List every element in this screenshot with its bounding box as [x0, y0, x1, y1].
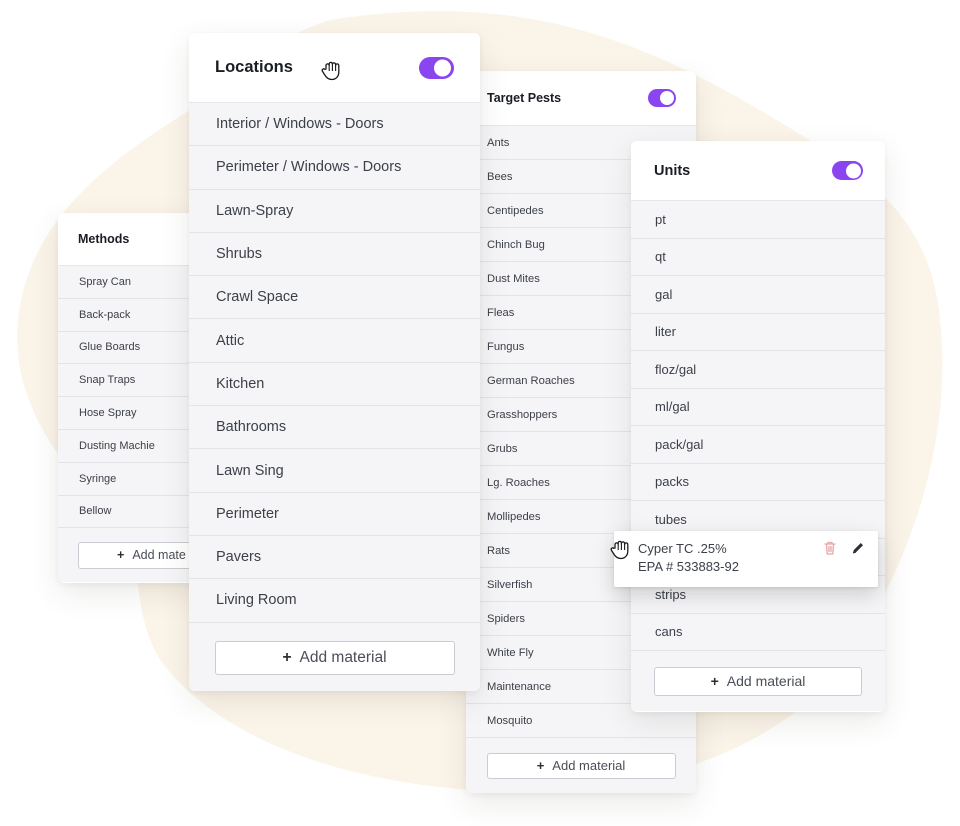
- hand-grab-icon: [610, 540, 629, 560]
- pencil-icon[interactable]: [850, 540, 866, 556]
- toggle-knob: [660, 91, 674, 105]
- methods-panel: Methods Spray Can Back-pack Glue Boards …: [58, 213, 208, 583]
- list-item[interactable]: Glue Boards: [58, 331, 208, 365]
- list-item[interactable]: cans: [631, 613, 885, 651]
- list-item[interactable]: Crawl Space: [189, 276, 480, 320]
- list-item[interactable]: Lawn Sing: [189, 449, 480, 493]
- add-location-label: Add material: [299, 648, 387, 666]
- list-item[interactable]: Snap Traps: [58, 364, 208, 398]
- locations-panel: Locations Interior / Windows - Doors Per…: [189, 33, 480, 691]
- plus-icon: +: [282, 648, 292, 666]
- plus-icon: +: [710, 673, 719, 689]
- pests-title: Target Pests: [487, 91, 562, 105]
- methods-add-area: + Add mate: [58, 528, 208, 583]
- pests-toggle[interactable]: [648, 89, 676, 107]
- list-item[interactable]: Syringe: [58, 462, 208, 496]
- list-item[interactable]: Bellow: [58, 495, 208, 529]
- units-title: Units: [654, 162, 691, 179]
- list-item[interactable]: Perimeter: [189, 492, 480, 536]
- list-item[interactable]: Bathrooms: [189, 406, 480, 450]
- locations-add-area: + Add material: [189, 622, 480, 691]
- units-add-area: + Add material: [631, 651, 885, 711]
- list-item[interactable]: pt: [631, 201, 885, 239]
- material-actions: [822, 540, 866, 556]
- list-item[interactable]: Dusting Machie: [58, 429, 208, 463]
- add-location-button[interactable]: + Add material: [214, 640, 455, 675]
- list-item[interactable]: floz/gal: [631, 351, 885, 389]
- hand-grab-icon: [321, 61, 340, 81]
- pests-header: Target Pests: [466, 71, 696, 126]
- add-method-label: Add mate: [132, 548, 186, 563]
- add-unit-label: Add material: [726, 673, 806, 689]
- list-item[interactable]: Back-pack: [58, 298, 208, 332]
- list-item[interactable]: Attic: [189, 319, 480, 363]
- units-header: Units: [631, 141, 885, 201]
- units-panel: Units pt qt gal liter floz/gal ml/gal pa…: [631, 141, 885, 712]
- list-item[interactable]: Shrubs: [189, 232, 480, 277]
- list-item[interactable]: Perimeter / Windows - Doors: [189, 146, 480, 190]
- locations-title: Locations: [215, 58, 293, 76]
- material-epa: EPA # 533883-92: [638, 559, 739, 574]
- toggle-knob: [434, 59, 451, 76]
- list-item[interactable]: Hose Spray: [58, 397, 208, 430]
- list-item[interactable]: Lawn-Spray: [189, 189, 480, 233]
- plus-icon: +: [536, 758, 545, 773]
- dragged-material-item[interactable]: Cyper TC .25% EPA # 533883-92: [614, 531, 878, 587]
- list-item[interactable]: Pavers: [189, 535, 480, 580]
- add-pest-label: Add material: [552, 758, 626, 773]
- pests-add-area: + Add material: [466, 738, 696, 793]
- list-item[interactable]: Spray Can: [58, 266, 208, 299]
- list-item[interactable]: Kitchen: [189, 362, 480, 407]
- list-item[interactable]: pack/gal: [631, 426, 885, 464]
- list-item[interactable]: gal: [631, 276, 885, 314]
- locations-toggle[interactable]: [419, 56, 454, 79]
- locations-list: Interior / Windows - Doors Perimeter / W…: [189, 103, 480, 623]
- methods-header: Methods: [58, 213, 208, 266]
- trash-icon[interactable]: [822, 540, 838, 556]
- units-toggle[interactable]: [832, 161, 863, 180]
- list-item[interactable]: Living Room: [189, 579, 480, 623]
- add-unit-button[interactable]: + Add material: [654, 666, 862, 696]
- list-item[interactable]: liter: [631, 313, 885, 351]
- list-item[interactable]: packs: [631, 463, 885, 501]
- add-pest-button[interactable]: + Add material: [486, 752, 676, 779]
- list-item[interactable]: Interior / Windows - Doors: [189, 103, 480, 147]
- list-item[interactable]: qt: [631, 238, 885, 276]
- methods-title: Methods: [78, 232, 130, 246]
- toggle-knob: [846, 163, 861, 178]
- list-item[interactable]: ml/gal: [631, 388, 885, 426]
- plus-icon: +: [117, 548, 125, 563]
- methods-list: Spray Can Back-pack Glue Boards Snap Tra…: [58, 266, 208, 529]
